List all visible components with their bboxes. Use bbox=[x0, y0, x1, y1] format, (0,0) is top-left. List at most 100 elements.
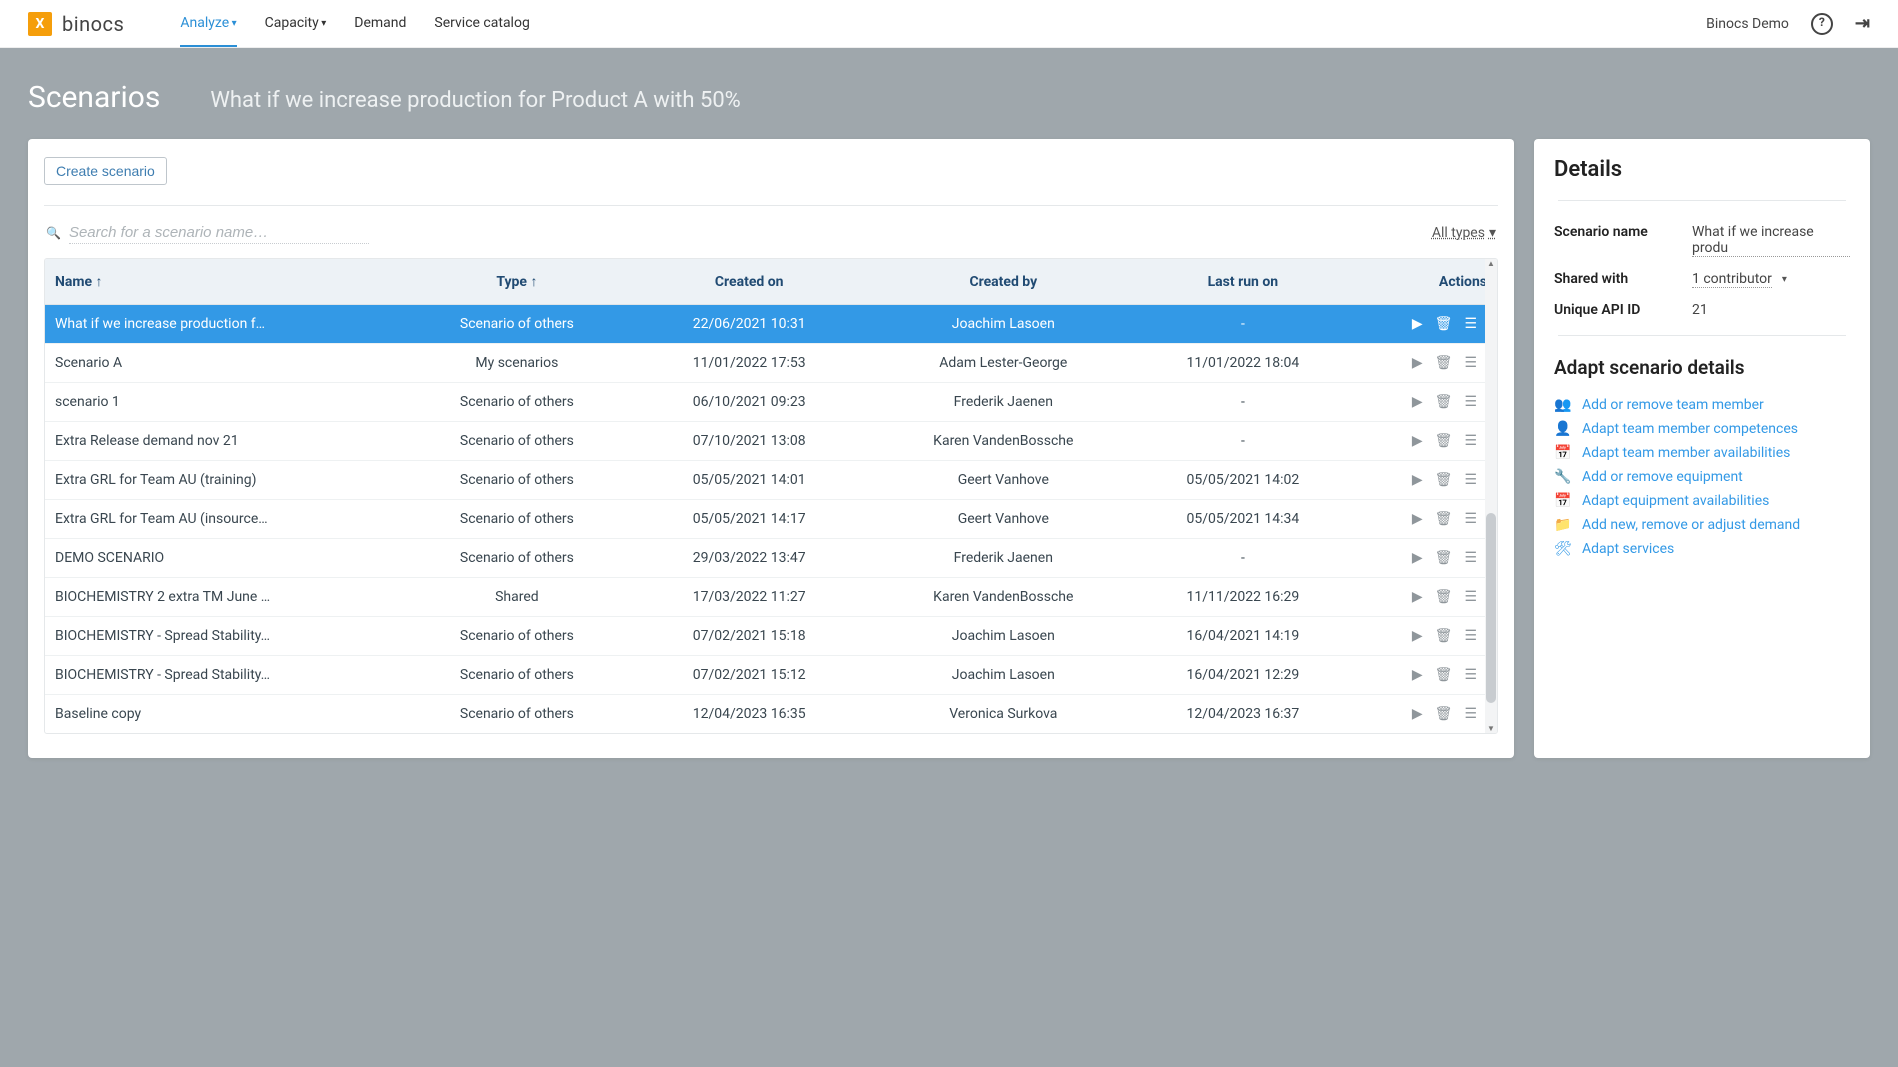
delete-icon[interactable] bbox=[1435, 550, 1453, 566]
create-scenario-button[interactable]: Create scenario bbox=[44, 157, 167, 185]
table-row[interactable]: Scenario AMy scenarios11/01/2022 17:53Ad… bbox=[45, 344, 1497, 383]
run-icon[interactable] bbox=[1412, 316, 1423, 332]
detail-scenario-name: Scenario name What if we increase produ bbox=[1554, 217, 1850, 264]
run-icon[interactable] bbox=[1412, 472, 1423, 488]
table-row[interactable]: BIOCHEMISTRY - Spread Stability…Scenario… bbox=[45, 656, 1497, 695]
col-last-run[interactable]: Last run on bbox=[1134, 259, 1352, 305]
menu-icon[interactable] bbox=[1464, 628, 1477, 644]
menu-icon[interactable] bbox=[1464, 433, 1477, 449]
delete-icon[interactable] bbox=[1435, 511, 1453, 527]
scrollbar[interactable]: ▲ ▼ bbox=[1485, 259, 1497, 733]
menu-icon[interactable] bbox=[1464, 394, 1477, 410]
scroll-down-icon[interactable]: ▼ bbox=[1487, 724, 1495, 733]
menu-icon[interactable] bbox=[1464, 511, 1477, 527]
page-title: Scenarios bbox=[28, 80, 160, 115]
cell-actions bbox=[1352, 461, 1497, 500]
cell-created-by: Veronica Surkova bbox=[873, 695, 1134, 734]
scroll-up-icon[interactable]: ▲ bbox=[1487, 259, 1495, 268]
table-row[interactable]: DEMO SCENARIOScenario of others29/03/202… bbox=[45, 539, 1497, 578]
cell-created-by: Frederik Jaenen bbox=[873, 383, 1134, 422]
action-link[interactable]: Adapt equipment availabilities bbox=[1582, 493, 1769, 509]
search-row: All types bbox=[40, 222, 1502, 258]
cell-created-on: 06/10/2021 09:23 bbox=[626, 383, 873, 422]
delete-icon[interactable] bbox=[1435, 355, 1453, 371]
table-row[interactable]: Baseline copyScenario of others12/04/202… bbox=[45, 695, 1497, 734]
delete-icon[interactable] bbox=[1435, 706, 1453, 722]
cell-created-on: 05/05/2021 14:01 bbox=[626, 461, 873, 500]
run-icon[interactable] bbox=[1412, 355, 1423, 371]
col-actions: Actions bbox=[1352, 259, 1497, 305]
run-icon[interactable] bbox=[1412, 589, 1423, 605]
menu-icon[interactable] bbox=[1464, 316, 1477, 332]
action-link[interactable]: Add or remove team member bbox=[1582, 397, 1764, 413]
value-scenario-name[interactable]: What if we increase produ bbox=[1692, 224, 1850, 257]
search-input[interactable] bbox=[69, 222, 369, 244]
cell-last-run: 11/01/2022 18:04 bbox=[1134, 344, 1352, 383]
cell-created-by: Joachim Lasoen bbox=[873, 617, 1134, 656]
delete-icon[interactable] bbox=[1435, 394, 1453, 410]
delete-icon[interactable] bbox=[1435, 667, 1453, 683]
cell-last-run: 11/11/2022 16:29 bbox=[1134, 578, 1352, 617]
action-link[interactable]: Add or remove equipment bbox=[1582, 469, 1743, 485]
cell-created-by: Frederik Jaenen bbox=[873, 539, 1134, 578]
menu-icon[interactable] bbox=[1464, 667, 1477, 683]
cell-name: BIOCHEMISTRY - Spread Stability… bbox=[45, 656, 408, 695]
cell-actions bbox=[1352, 305, 1497, 344]
logout-icon[interactable] bbox=[1855, 13, 1870, 34]
action-link[interactable]: Adapt team member competences bbox=[1582, 421, 1798, 437]
action-link[interactable]: Add new, remove or adjust demand bbox=[1582, 517, 1800, 533]
run-icon[interactable] bbox=[1412, 394, 1423, 410]
label-scenario-name: Scenario name bbox=[1554, 224, 1692, 257]
delete-icon[interactable] bbox=[1435, 433, 1453, 449]
menu-icon[interactable] bbox=[1464, 355, 1477, 371]
divider bbox=[44, 205, 1498, 206]
adapt-action-item: 📅Adapt equipment availabilities bbox=[1554, 489, 1850, 513]
menu-icon[interactable] bbox=[1464, 589, 1477, 605]
cell-created-by: Karen VandenBossche bbox=[873, 422, 1134, 461]
delete-icon[interactable] bbox=[1435, 589, 1453, 605]
table-row[interactable]: Extra GRL for Team AU (insource…Scenario… bbox=[45, 500, 1497, 539]
logo: X bbox=[28, 12, 52, 36]
scroll-thumb[interactable] bbox=[1486, 513, 1496, 703]
adapt-action-list: 👥Add or remove team member👤Adapt team me… bbox=[1554, 393, 1850, 561]
cell-actions bbox=[1352, 617, 1497, 656]
run-icon[interactable] bbox=[1412, 511, 1423, 527]
col-created-by[interactable]: Created by bbox=[873, 259, 1134, 305]
delete-icon[interactable] bbox=[1435, 316, 1453, 332]
cell-name: Baseline copy bbox=[45, 695, 408, 734]
run-icon[interactable] bbox=[1412, 706, 1423, 722]
delete-icon[interactable] bbox=[1435, 472, 1453, 488]
run-icon[interactable] bbox=[1412, 667, 1423, 683]
table-row[interactable]: scenario 1Scenario of others06/10/2021 0… bbox=[45, 383, 1497, 422]
col-name[interactable]: Name bbox=[45, 259, 408, 305]
value-shared-with: 1 contributor bbox=[1692, 271, 1772, 288]
table-row[interactable]: Extra Release demand nov 21Scenario of o… bbox=[45, 422, 1497, 461]
table-row[interactable]: What if we increase production f…Scenari… bbox=[45, 305, 1497, 344]
cell-type: Shared bbox=[408, 578, 626, 617]
run-icon[interactable] bbox=[1412, 628, 1423, 644]
run-icon[interactable] bbox=[1412, 433, 1423, 449]
type-filter-dropdown[interactable]: All types bbox=[1432, 225, 1496, 241]
nav-demand[interactable]: Demand bbox=[354, 1, 406, 47]
nav-service-catalog[interactable]: Service catalog bbox=[434, 1, 529, 47]
action-link[interactable]: Adapt services bbox=[1582, 541, 1674, 557]
help-icon[interactable] bbox=[1811, 13, 1833, 35]
menu-icon[interactable] bbox=[1464, 550, 1477, 566]
action-link[interactable]: Adapt team member availabilities bbox=[1582, 445, 1790, 461]
nav-analyze[interactable]: Analyze bbox=[180, 1, 236, 47]
col-created-on[interactable]: Created on bbox=[626, 259, 873, 305]
menu-icon[interactable] bbox=[1464, 706, 1477, 722]
nav-capacity[interactable]: Capacity bbox=[265, 1, 327, 47]
topbar-right: Binocs Demo bbox=[1706, 13, 1870, 35]
value-shared-with-dropdown[interactable]: 1 contributor bbox=[1692, 271, 1787, 288]
table-row[interactable]: BIOCHEMISTRY - Spread Stability…Scenario… bbox=[45, 617, 1497, 656]
run-icon[interactable] bbox=[1412, 550, 1423, 566]
menu-icon[interactable] bbox=[1464, 472, 1477, 488]
table-row[interactable]: BIOCHEMISTRY 2 extra TM June …Shared17/0… bbox=[45, 578, 1497, 617]
action-icon: 👥 bbox=[1554, 397, 1570, 413]
user-name[interactable]: Binocs Demo bbox=[1706, 16, 1789, 32]
cell-actions bbox=[1352, 422, 1497, 461]
delete-icon[interactable] bbox=[1435, 628, 1453, 644]
table-row[interactable]: Extra GRL for Team AU (training)Scenario… bbox=[45, 461, 1497, 500]
col-type[interactable]: Type bbox=[408, 259, 626, 305]
